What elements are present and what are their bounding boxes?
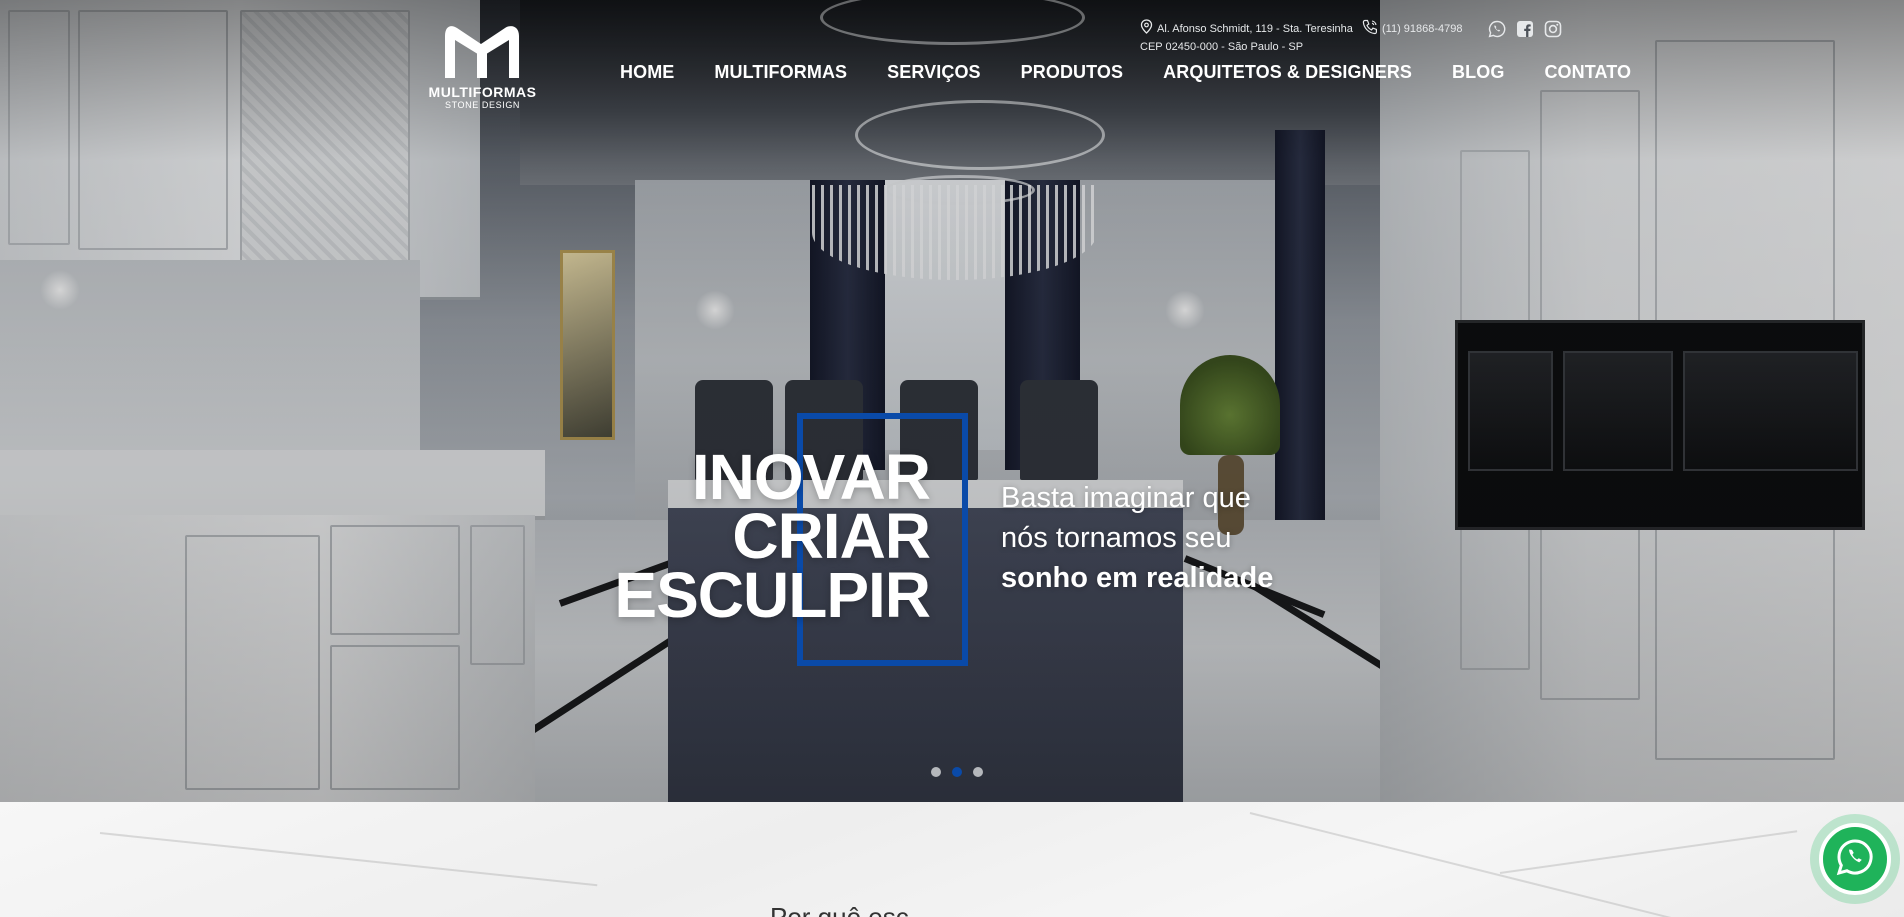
carousel-dot[interactable]	[973, 767, 983, 777]
nav-multiformas[interactable]: MULTIFORMAS	[714, 62, 847, 83]
phone-icon	[1362, 19, 1378, 38]
whatsapp-icon	[1836, 838, 1874, 881]
header-address: Al. Afonso Schmidt, 119 - Sta. Teresinha…	[1140, 19, 1353, 55]
phone-number: (11) 91868-4798	[1382, 22, 1463, 35]
facebook-icon[interactable]	[1516, 20, 1534, 38]
logo-subtitle: STONE DESIGN	[444, 100, 521, 110]
hero-word: INOVAR	[691, 441, 931, 513]
social-links	[1488, 20, 1562, 38]
hero-tagline: Basta imaginar que nós tornamos seu sonh…	[1001, 478, 1273, 598]
location-pin-icon	[1140, 19, 1153, 39]
nav-blog[interactable]: BLOG	[1452, 62, 1504, 83]
address-line-1: Al. Afonso Schmidt, 119 - Sta. Teresinha	[1157, 23, 1353, 35]
nav-arquitetos-designers[interactable]: ARQUITETOS & DESIGNERS	[1163, 62, 1412, 83]
hero-tagline-line: nós tornamos seu	[1001, 522, 1232, 554]
whatsapp-icon[interactable]	[1488, 20, 1506, 38]
carousel-dots	[931, 767, 983, 777]
hero-word: CRIAR	[732, 500, 931, 572]
logo-name: MULTIFORMAS	[428, 84, 537, 100]
main-navigation: HOME MULTIFORMAS SERVIÇOS PRODUTOS ARQUI…	[620, 62, 1631, 83]
marble-section-background	[0, 802, 1904, 917]
hero-tagline-bold: sonho em realidade	[1001, 562, 1274, 594]
nav-contato[interactable]: CONTATO	[1544, 62, 1631, 83]
carousel-dot-active[interactable]	[952, 767, 962, 777]
whatsapp-float-button[interactable]	[1810, 814, 1900, 904]
hero-headline: INOVAR CRIAR ESCULPIR	[560, 441, 931, 631]
hero-banner: INOVAR CRIAR ESCULPIR Basta imaginar que…	[0, 0, 1904, 802]
header-phone[interactable]: (11) 91868-4798	[1362, 19, 1463, 38]
nav-home[interactable]: HOME	[620, 62, 674, 83]
nav-servicos[interactable]: SERVIÇOS	[887, 62, 981, 83]
hero-dark-overlay	[0, 0, 1904, 802]
carousel-dot[interactable]	[931, 767, 941, 777]
site-logo[interactable]: MULTIFORMAS STONE DESIGN	[420, 22, 545, 114]
instagram-icon[interactable]	[1544, 20, 1562, 38]
section-heading: Por quê esc...	[770, 902, 931, 917]
logo-m-icon	[441, 22, 525, 80]
hero-word: ESCULPIR	[614, 559, 931, 631]
address-line-2: CEP 02450-000 - São Paulo - SP	[1140, 41, 1304, 53]
nav-produtos[interactable]: PRODUTOS	[1021, 62, 1123, 83]
hero-tagline-line: Basta imaginar que	[1001, 482, 1251, 514]
